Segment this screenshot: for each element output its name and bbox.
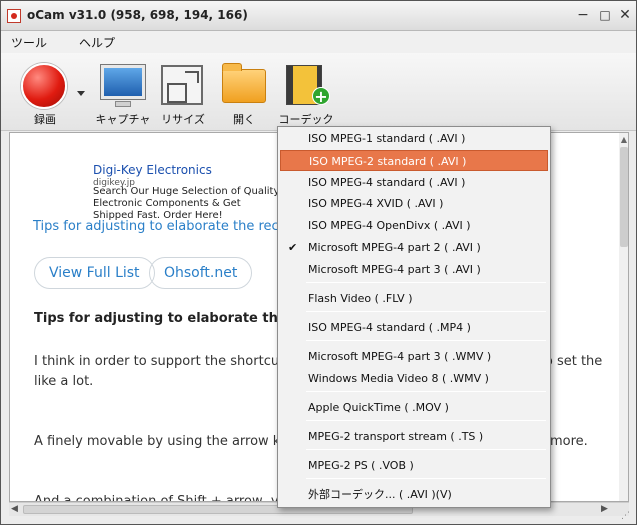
paragraph-1: I think in order to support the shortcut… [34, 354, 296, 369]
codec-menu-item-label: ISO MPEG-2 standard ( .AVI ) [309, 155, 467, 168]
record-dropdown-arrow-icon[interactable] [77, 91, 85, 96]
menu-separator [306, 282, 546, 283]
codec-button[interactable]: + コーデック [278, 63, 334, 129]
codec-menu-item-label: Microsoft MPEG-4 part 2 ( .AVI ) [308, 241, 481, 254]
paragraph-2: A finely movable by using the arrow key [34, 434, 296, 449]
menu-separator [306, 449, 546, 450]
codec-menu-item[interactable]: ISO MPEG-4 OpenDivx ( .AVI ) [280, 215, 548, 236]
codec-menu-item[interactable]: 外部コーデック... ( .AVI )(V) [280, 484, 548, 505]
record-icon [21, 63, 67, 109]
close-button[interactable]: ✕ [615, 6, 635, 24]
menu-bar: ツール ヘルプ [1, 31, 636, 53]
ohsoft-button[interactable]: Ohsoft.net [149, 257, 253, 289]
article-link[interactable]: Tips for adjusting to elaborate the reco… [33, 219, 292, 234]
ad-title-link[interactable]: Digi-Key Electronics [93, 163, 212, 177]
codec-dropdown-menu: ISO MPEG-1 standard ( .AVI ) ISO MPEG-2 s… [277, 126, 551, 508]
paragraph-3: And a combination of Shift + arrow, you [34, 494, 295, 502]
vertical-scroll-thumb[interactable] [620, 147, 628, 247]
codec-menu-item-label: ISO MPEG-1 standard ( .AVI ) [308, 132, 466, 145]
ad-description: Search Our Huge Selection of Quality Ele… [93, 186, 280, 221]
menu-separator [306, 420, 546, 421]
menu-separator [306, 478, 546, 479]
monitor-icon [101, 65, 145, 99]
paragraph-2-right: more. [550, 434, 588, 449]
codec-menu-item[interactable]: MPEG-2 PS ( .VOB ) [280, 455, 548, 476]
scroll-left-icon[interactable]: ◀ [11, 504, 18, 514]
codec-menu-item[interactable]: ISO MPEG-2 standard ( .AVI ) [280, 150, 548, 171]
resize-icon [161, 65, 203, 105]
record-button[interactable]: 録画 [17, 63, 73, 129]
codec-menu-item-label: ISO MPEG-4 OpenDivx ( .AVI ) [308, 219, 471, 232]
app-icon [7, 9, 21, 23]
resize-label: リサイズ [161, 113, 205, 126]
codec-menu-item[interactable]: Microsoft MPEG-4 part 3 ( .AVI ) [280, 259, 548, 280]
codec-menu-item[interactable]: ISO MPEG-4 standard ( .AVI ) [280, 172, 548, 193]
resize-grip-icon[interactable]: ⋰ [621, 511, 633, 523]
codec-menu-item[interactable]: ✔ Microsoft MPEG-4 part 2 ( .AVI ) [280, 237, 548, 258]
toolbar: 録画 キャプチャ リサイズ 開く + コーデック [1, 53, 636, 131]
view-full-list-button[interactable]: View Full List [34, 257, 155, 289]
checkmark-icon: ✔ [288, 241, 298, 254]
folder-icon [222, 63, 266, 103]
menu-separator [306, 311, 546, 312]
codec-label: コーデック [278, 113, 334, 126]
maximize-button[interactable]: □ [595, 6, 615, 24]
scroll-up-icon[interactable]: ▲ [619, 135, 628, 145]
codec-menu-item-label: ISO MPEG-4 standard ( .AVI ) [308, 176, 466, 189]
article-heading: Tips for adjusting to elaborate the re [34, 311, 307, 326]
paragraph-1-continued: like a lot. [34, 374, 94, 389]
resize-button[interactable]: リサイズ [155, 63, 211, 129]
menu-help[interactable]: ヘルプ [79, 34, 115, 51]
codec-menu-item[interactable]: ISO MPEG-4 XVID ( .AVI ) [280, 193, 548, 214]
codec-menu-item-label: MPEG-2 PS ( .VOB ) [308, 459, 414, 472]
codec-menu-item[interactable]: ISO MPEG-4 standard ( .MP4 ) [280, 317, 548, 338]
codec-menu-item-label: Flash Video ( .FLV ) [308, 292, 413, 305]
codec-menu-item[interactable]: MPEG-2 transport stream ( .TS ) [280, 426, 548, 447]
title-bar[interactable]: oCam v31.0 (958, 698, 194, 166) − □ ✕ [1, 1, 636, 31]
capture-label: キャプチャ [95, 113, 151, 126]
codec-menu-item[interactable]: Flash Video ( .FLV ) [280, 288, 548, 309]
codec-menu-item[interactable]: Apple QuickTime ( .MOV ) [280, 397, 548, 418]
monitor-stand-icon [115, 101, 131, 107]
codec-menu-item-label: Microsoft MPEG-4 part 3 ( .AVI ) [308, 263, 481, 276]
menu-tools[interactable]: ツール [11, 34, 47, 51]
menu-separator [306, 340, 546, 341]
codec-menu-item-label: Microsoft MPEG-4 part 3 ( .WMV ) [308, 350, 492, 363]
codec-menu-item-label: MPEG-2 transport stream ( .TS ) [308, 430, 484, 443]
plus-icon: + [312, 87, 330, 105]
capture-button[interactable]: キャプチャ [95, 63, 151, 129]
open-label: 開く [233, 113, 255, 126]
codec-menu-item-label: Windows Media Video 8 ( .WMV ) [308, 372, 489, 385]
open-button[interactable]: 開く [216, 63, 272, 129]
menu-separator [306, 391, 546, 392]
codec-menu-item-label: ISO MPEG-4 XVID ( .AVI ) [308, 197, 444, 210]
codec-menu-item[interactable]: Windows Media Video 8 ( .WMV ) [280, 368, 548, 389]
vertical-scrollbar[interactable]: ▲ [619, 133, 628, 501]
minimize-button[interactable]: − [573, 6, 593, 24]
scroll-right-icon[interactable]: ▶ [601, 504, 608, 514]
codec-menu-item-label: Apple QuickTime ( .MOV ) [308, 401, 449, 414]
window-title: oCam v31.0 (958, 698, 194, 166) [27, 8, 248, 22]
codec-menu-item[interactable]: ISO MPEG-1 standard ( .AVI ) [280, 128, 548, 149]
record-label: 録画 [34, 113, 56, 126]
codec-menu-item-label: ISO MPEG-4 standard ( .MP4 ) [308, 321, 471, 334]
codec-menu-item-label: 外部コーデック... ( .AVI )(V) [308, 488, 452, 501]
codec-menu-item[interactable]: Microsoft MPEG-4 part 3 ( .WMV ) [280, 346, 548, 367]
ocam-window: oCam v31.0 (958, 698, 194, 166) − □ ✕ ツー… [0, 0, 637, 525]
